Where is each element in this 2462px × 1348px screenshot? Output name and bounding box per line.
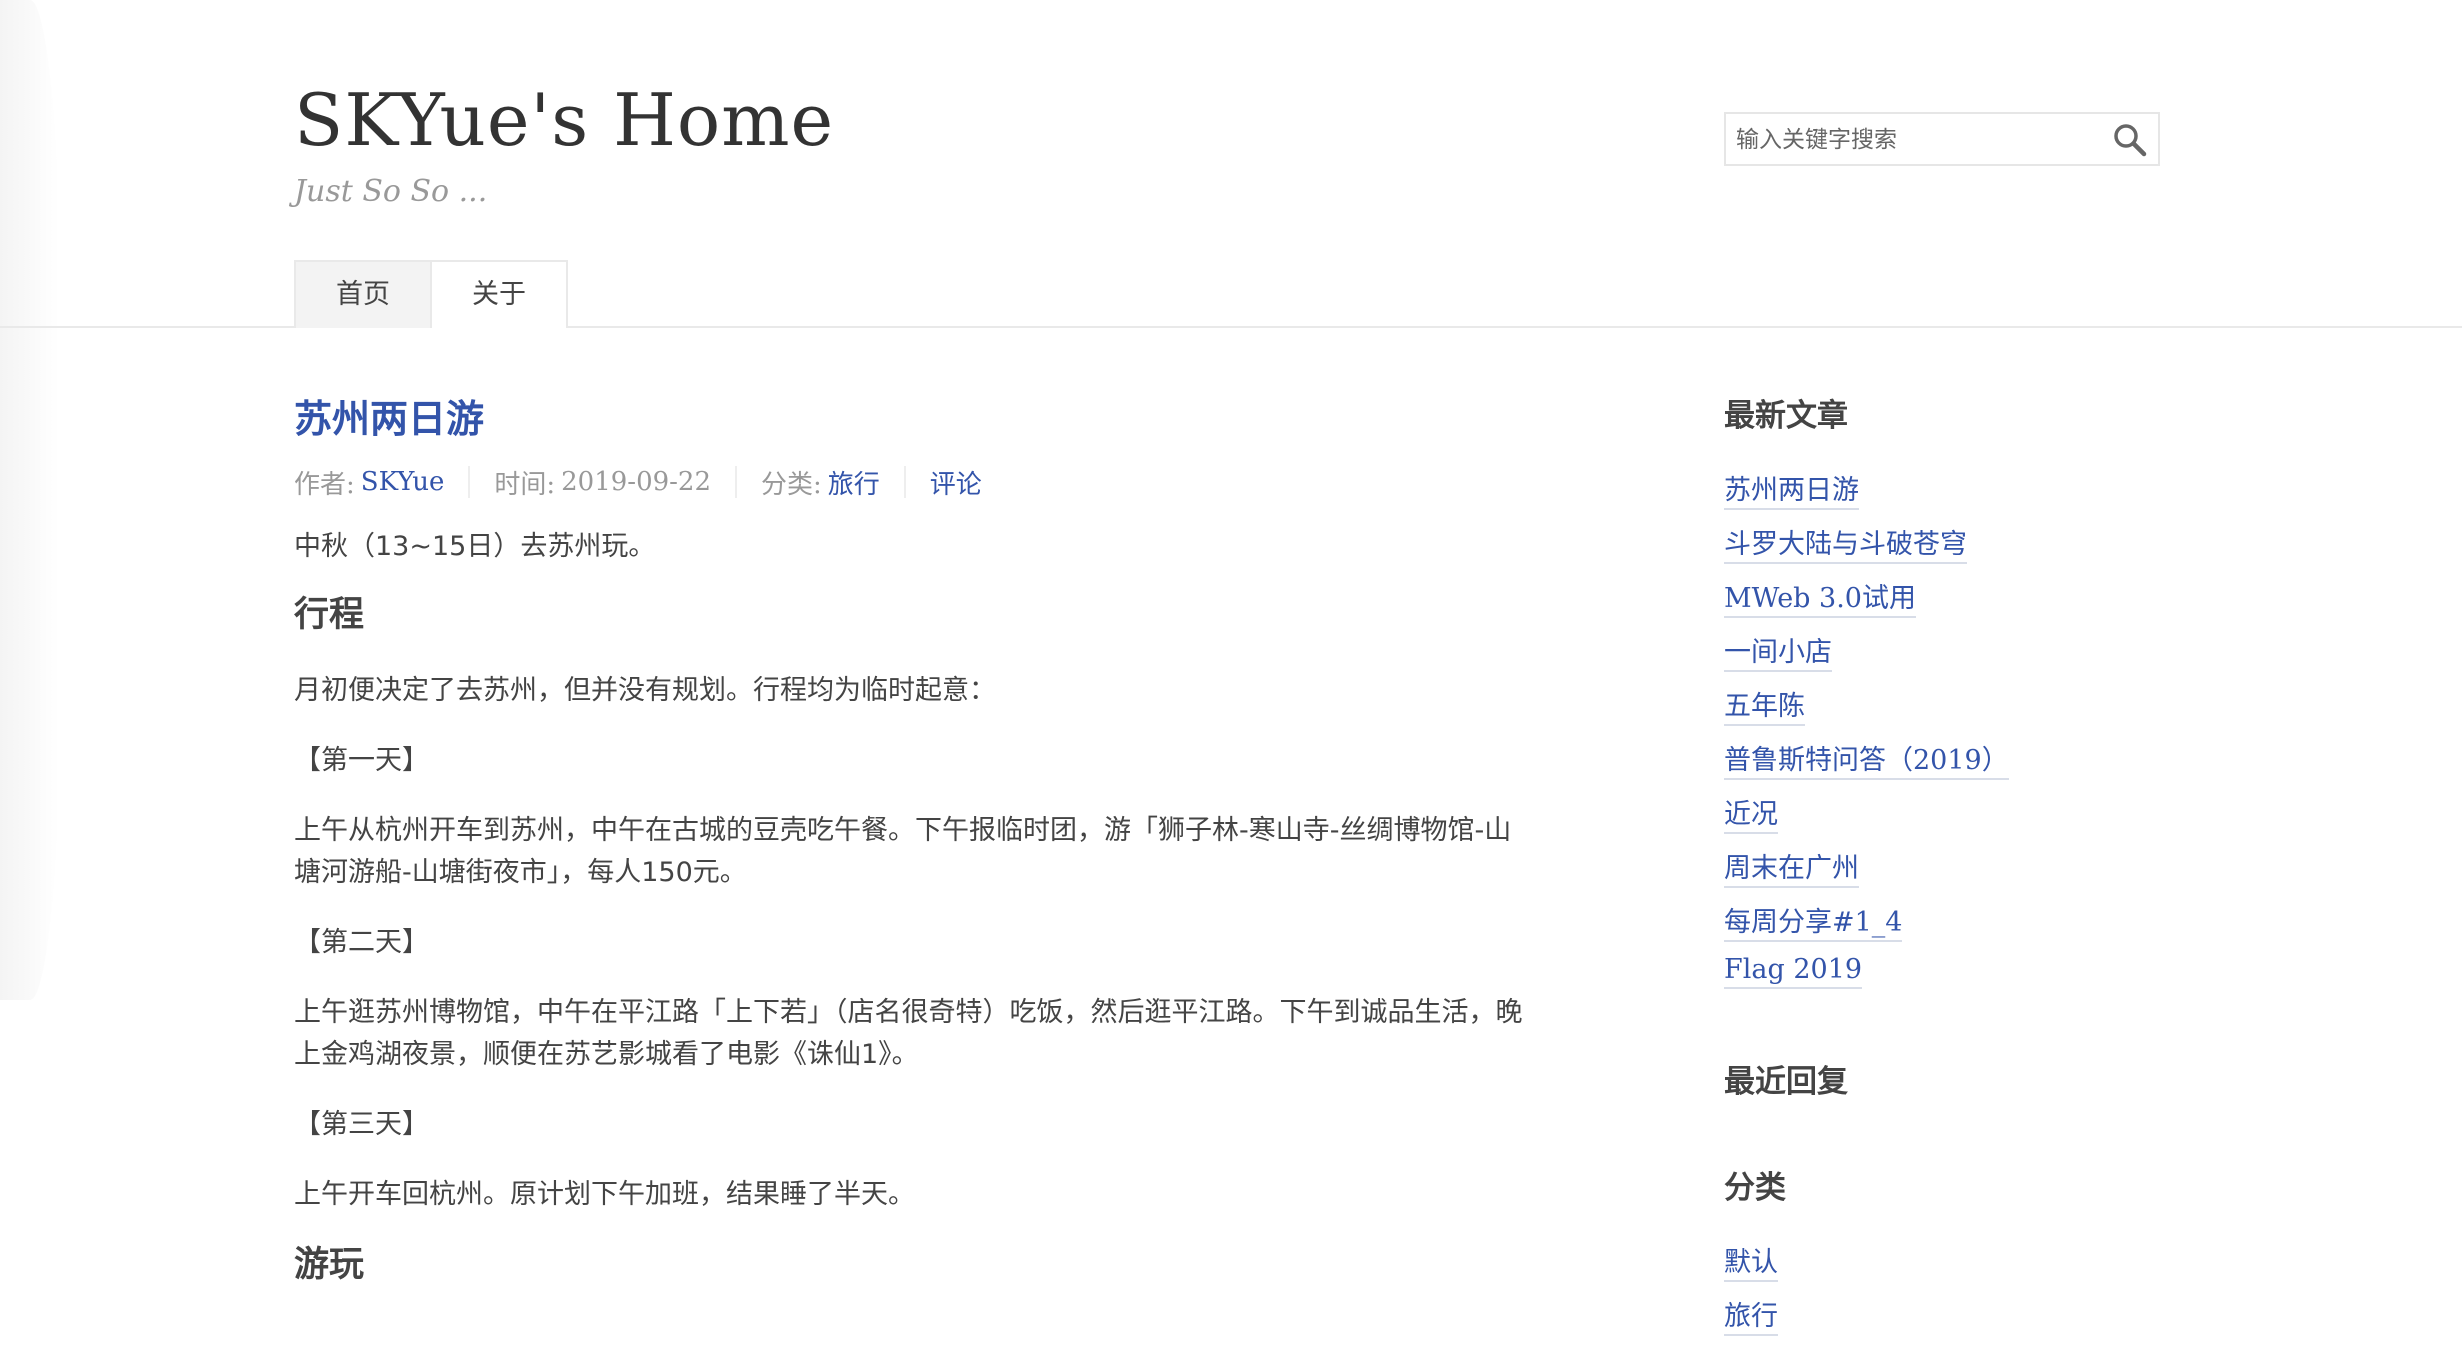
- author-label: 作者:: [294, 469, 355, 500]
- recent-post-link[interactable]: 一间小店: [1724, 637, 1832, 672]
- list-item: 每周分享#1_4: [1724, 900, 2009, 954]
- date-value: 2019-09-22: [561, 467, 712, 497]
- recent-posts-title: 最新文章: [1724, 398, 1848, 434]
- section-heading: 游玩: [294, 1245, 365, 1285]
- search-form: [1724, 112, 2160, 166]
- author-link[interactable]: SKYue: [361, 467, 445, 497]
- main-nav: 首页 关于: [294, 260, 568, 328]
- recent-post-link[interactable]: 苏州两日游: [1724, 475, 1859, 510]
- categories-list: 默认 旅行: [1724, 1240, 1778, 1348]
- paragraph: 上午从杭州开车到苏州，中午在古城的豆壳吃午餐。下午报临时团，游「狮子林-寒山寺-…: [294, 815, 1512, 888]
- paragraph: 【第三天】: [294, 1109, 429, 1140]
- category-link[interactable]: 旅行: [828, 464, 880, 501]
- paragraph: 上午逛苏州博物馆，中午在平江路「上下若」（店名很奇特）吃饭，然后逛平江路。下午到…: [294, 997, 1523, 1070]
- recent-post-link[interactable]: MWeb 3.0试用: [1724, 583, 1916, 618]
- search-button[interactable]: [2110, 122, 2150, 160]
- list-item: Flag 2019: [1724, 954, 2009, 1008]
- list-item: 苏州两日游: [1724, 468, 2009, 522]
- list-item: 近况: [1724, 792, 2009, 846]
- recent-post-link[interactable]: 普鲁斯特问答（2019）: [1724, 745, 2009, 780]
- nav-item-home[interactable]: 首页: [294, 260, 432, 328]
- recent-posts-list: 苏州两日游 斗罗大陆与斗破苍穹 MWeb 3.0试用 一间小店 五年陈 普鲁斯特…: [1724, 468, 2009, 1008]
- post-category: 分类: 旅行: [735, 464, 904, 501]
- date-label: 时间:: [494, 469, 556, 500]
- post-comments: 评论: [903, 464, 1006, 501]
- paragraph: 中秋（13~15日）去苏州玩。: [294, 531, 656, 562]
- recent-comments-title: 最近回复: [1724, 1064, 1848, 1100]
- search-icon: [2114, 124, 2147, 157]
- post-title[interactable]: 苏州两日游: [294, 388, 484, 443]
- comments-link[interactable]: 评论: [930, 464, 982, 501]
- list-item: 普鲁斯特问答（2019）: [1724, 738, 2009, 792]
- list-item: MWeb 3.0试用: [1724, 576, 2009, 630]
- site-title[interactable]: SKYue's Home: [294, 78, 834, 162]
- recent-post-link[interactable]: 五年陈: [1724, 691, 1805, 726]
- list-item: 一间小店: [1724, 630, 2009, 684]
- paragraph: 月初便决定了去苏州，但并没有规划。行程均为临时起意：: [294, 675, 996, 706]
- post-author: 作者: SKYue: [294, 466, 468, 500]
- list-item: 默认: [1724, 1240, 1778, 1294]
- post-meta: 作者: SKYue 时间: 2019-09-22 分类: 旅行 评论: [294, 464, 1006, 501]
- nav-item-about[interactable]: 关于: [430, 260, 568, 328]
- category-link[interactable]: 默认: [1724, 1247, 1778, 1282]
- category-link[interactable]: 旅行: [1724, 1301, 1778, 1336]
- paragraph: 【第一天】: [294, 745, 429, 776]
- list-item: 旅行: [1724, 1294, 1778, 1348]
- site-description: Just So So ...: [294, 174, 488, 209]
- recent-post-link[interactable]: Flag 2019: [1724, 954, 1863, 989]
- recent-post-link[interactable]: 近况: [1724, 799, 1778, 834]
- post-date: 时间: 2019-09-22: [468, 466, 735, 500]
- recent-post-link[interactable]: 每周分享#1_4: [1724, 907, 1903, 942]
- post-content: 中秋（13~15日）去苏州玩。 行程 月初便决定了去苏州，但并没有规划。行程均为…: [294, 526, 1534, 1286]
- recent-post-link[interactable]: 周末在广州: [1724, 853, 1859, 888]
- list-item: 斗罗大陆与斗破苍穹: [1724, 522, 2009, 576]
- search-input[interactable]: [1736, 118, 2096, 162]
- recent-post-link[interactable]: 斗罗大陆与斗破苍穹: [1724, 529, 1967, 564]
- paragraph: 上午开车回杭州。原计划下午加班，结果睡了半天。: [294, 1179, 915, 1210]
- category-label: 分类:: [761, 469, 822, 500]
- paragraph: 【第二天】: [294, 927, 429, 958]
- list-item: 周末在广州: [1724, 846, 2009, 900]
- section-heading: 行程: [294, 595, 365, 635]
- site-header: SKYue's Home Just So So ... 首页 关于: [0, 0, 2462, 328]
- list-item: 五年陈: [1724, 684, 2009, 738]
- categories-title: 分类: [1724, 1170, 1786, 1206]
